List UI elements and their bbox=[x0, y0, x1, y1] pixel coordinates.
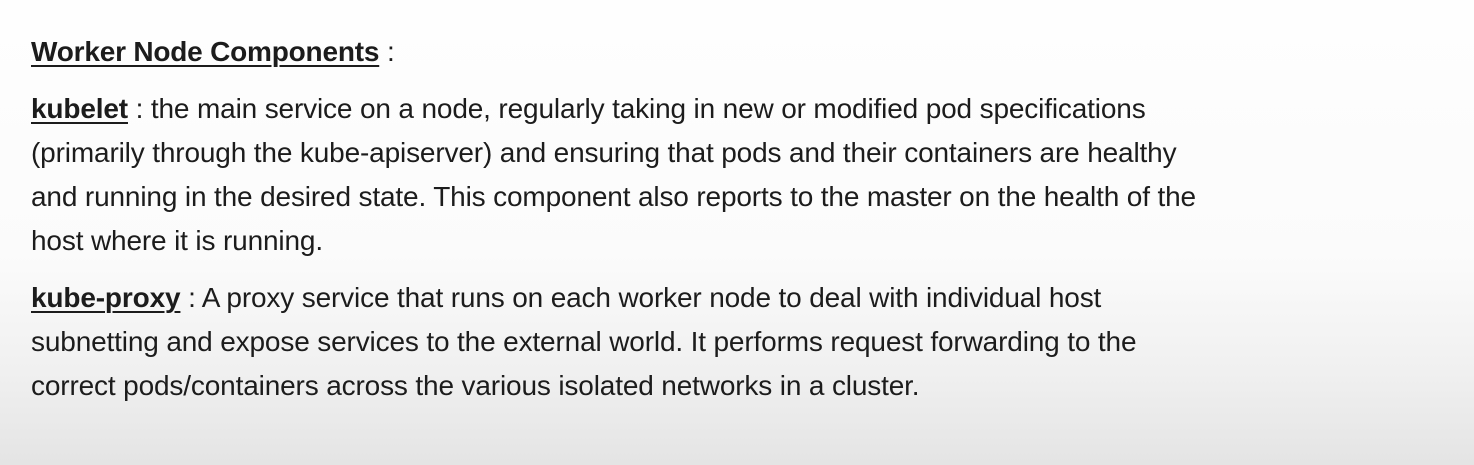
kubelet-term: kubelet bbox=[31, 93, 128, 124]
section-title-suffix: : bbox=[379, 36, 395, 67]
kube-proxy-line-2: subnetting and expose services to the ex… bbox=[31, 326, 1137, 357]
kubelet-line-4: host where it is running. bbox=[31, 225, 323, 256]
section-heading: Worker Node Components : bbox=[31, 30, 1451, 74]
kube-proxy-line-3: correct pods/containers across the vario… bbox=[31, 370, 920, 401]
kubelet-line-1: kubelet : the main service on a node, re… bbox=[31, 87, 1451, 131]
slide-content: Worker Node Components : kubelet : the m… bbox=[31, 30, 1451, 421]
kubelet-line-3: and running in the desired state. This c… bbox=[31, 181, 1196, 212]
section-title: Worker Node Components bbox=[31, 36, 380, 67]
kube-proxy-term: kube-proxy bbox=[31, 282, 181, 313]
kube-proxy-text-1: : A proxy service that runs on each work… bbox=[180, 282, 1102, 313]
kube-proxy-paragraph: kube-proxy : A proxy service that runs o… bbox=[31, 276, 1451, 408]
kube-proxy-line-1: kube-proxy : A proxy service that runs o… bbox=[31, 276, 1451, 320]
kubelet-line-2: (primarily through the kube-apiserver) a… bbox=[31, 137, 1177, 168]
kubelet-text-1: : the main service on a node, regularly … bbox=[127, 93, 1146, 124]
kubelet-paragraph: kubelet : the main service on a node, re… bbox=[31, 87, 1451, 263]
